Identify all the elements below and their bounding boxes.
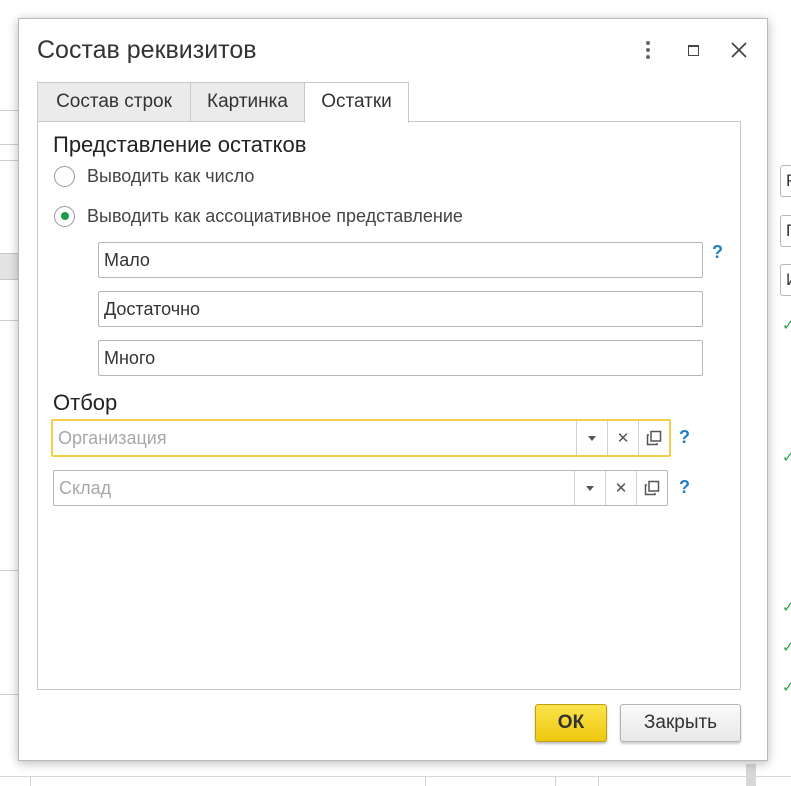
background-selected-row — [0, 253, 18, 280]
background-divider — [0, 144, 18, 145]
chevron-down-icon[interactable] — [576, 421, 607, 455]
checkmark-icon: ✓ — [782, 639, 791, 656]
attributes-dialog: Состав реквизитов Состав строк Картинка … — [18, 18, 768, 761]
background-divider — [30, 776, 31, 786]
clear-icon[interactable]: ✕ — [607, 421, 638, 455]
tab-rows[interactable]: Состав строк — [37, 82, 191, 122]
help-icon[interactable]: ? — [679, 427, 690, 447]
background-divider — [0, 110, 18, 111]
background-divider — [0, 694, 18, 695]
clear-icon[interactable]: ✕ — [605, 471, 636, 505]
open-form-icon[interactable] — [636, 471, 667, 505]
warehouse-input[interactable] — [54, 471, 574, 505]
background-field: И — [780, 264, 791, 296]
organization-input[interactable] — [53, 421, 573, 455]
level-low-field[interactable] — [98, 242, 703, 278]
level-many-field[interactable] — [98, 340, 703, 376]
checkmark-icon: ✓ — [782, 449, 791, 466]
help-icon[interactable]: ? — [712, 242, 723, 262]
close-icon[interactable] — [727, 37, 751, 63]
radio-button[interactable] — [54, 165, 75, 187]
balance-view-heading: Представление остатков — [53, 132, 307, 157]
organization-field[interactable]: ✕ — [51, 419, 671, 457]
radio-button[interactable] — [54, 205, 75, 227]
checkmark-icon: ✓ — [782, 599, 791, 616]
filter-heading: Отбор — [53, 390, 118, 415]
more-menu-icon[interactable] — [636, 37, 660, 63]
radio-show-as-associative[interactable]: Выводить как ассоциативное представление — [54, 204, 463, 228]
tab-balances[interactable]: Остатки — [304, 82, 409, 123]
background-divider — [598, 776, 599, 786]
checkmark-icon: ✓ — [782, 679, 791, 696]
checkmark-icon: ✓ — [782, 317, 791, 334]
ok-button[interactable]: ОК — [535, 704, 607, 742]
background-divider — [425, 776, 426, 786]
background-divider — [0, 776, 791, 777]
maximize-icon[interactable] — [681, 37, 705, 63]
dialog-title: Состав реквизитов — [37, 36, 257, 64]
background-field: Р — [780, 165, 791, 197]
close-button[interactable]: Закрыть — [620, 704, 741, 742]
background-scrollbar — [746, 764, 756, 786]
background-field: П — [780, 215, 791, 247]
radio-label: Выводить как число — [87, 165, 255, 186]
radio-show-as-number[interactable]: Выводить как число — [54, 164, 254, 188]
tab-picture[interactable]: Картинка — [190, 82, 305, 122]
background-divider — [555, 776, 556, 786]
open-form-icon[interactable] — [638, 421, 669, 455]
background-divider — [0, 320, 18, 321]
background-divider — [0, 570, 18, 571]
tab-panel-balances: Представление остатков Выводить как числ… — [37, 121, 741, 690]
chevron-down-icon[interactable] — [574, 471, 605, 505]
help-icon[interactable]: ? — [679, 477, 690, 497]
warehouse-field[interactable]: ✕ — [53, 470, 668, 506]
level-enough-field[interactable] — [98, 291, 703, 327]
background-divider — [0, 160, 18, 161]
radio-label: Выводить как ассоциативное представление — [87, 205, 463, 226]
